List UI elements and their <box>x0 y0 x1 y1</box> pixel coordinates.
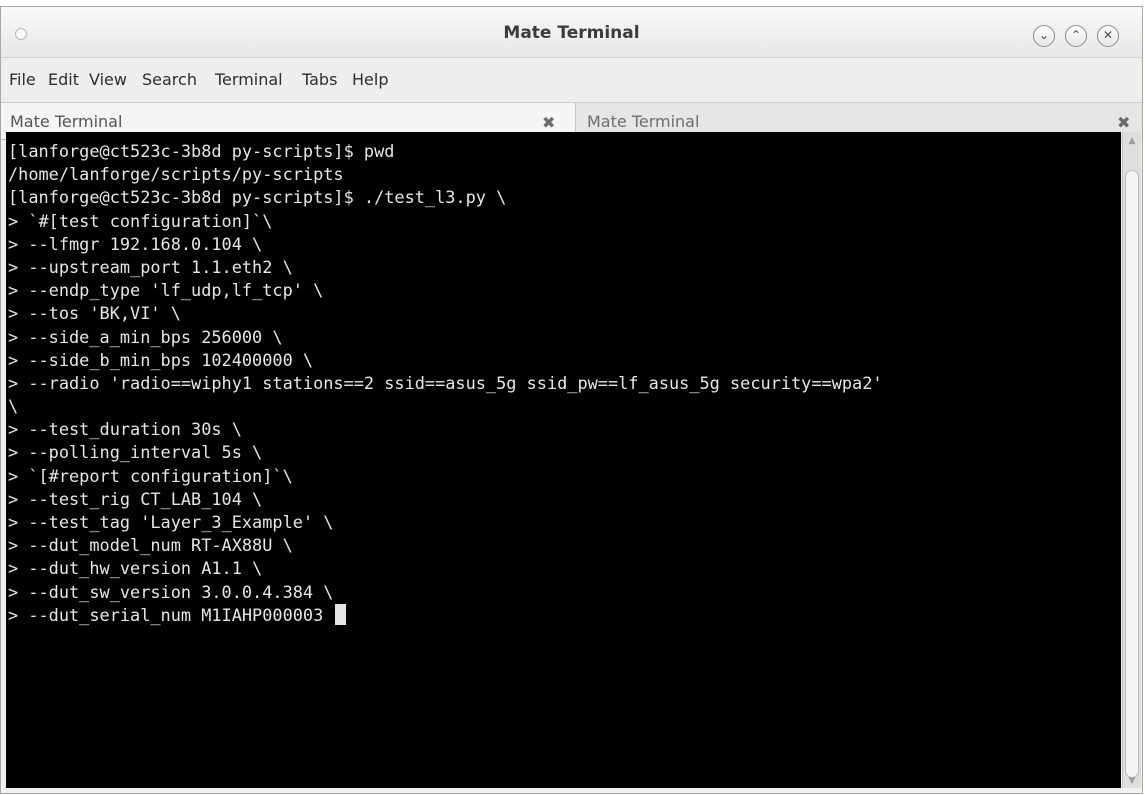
terminal-line: > `[#report configuration]`\ <box>8 465 293 486</box>
tab-close-icon[interactable]: ✖ <box>542 113 555 132</box>
scroll-down-arrow-icon[interactable]: ▼ <box>1123 776 1141 786</box>
scroll-up-arrow-icon[interactable]: ▲ <box>1123 136 1141 146</box>
terminal-line: > --side_b_min_bps 102400000 \ <box>8 349 314 370</box>
terminal-current-input-line[interactable]: > --dut_serial_num M1IAHP000003 <box>8 603 883 627</box>
tab-label: Mate Terminal <box>587 112 700 131</box>
menu-view[interactable]: View <box>89 70 127 89</box>
menu-help[interactable]: Help <box>352 70 388 89</box>
menu-bar: File Edit View Search Terminal Tabs Help <box>1 58 1142 102</box>
menu-terminal[interactable]: Terminal <box>215 70 283 89</box>
terminal-line: > --test_tag 'Layer_3_Example' \ <box>8 512 334 532</box>
terminal-line: > --test_duration 30s \ <box>8 419 242 440</box>
menu-tabs[interactable]: Tabs <box>302 70 337 89</box>
menu-file[interactable]: File <box>9 70 36 89</box>
terminal-line: > --dut_sw_version 3.0.0.4.384 \ <box>8 581 334 602</box>
terminal-line: > --endp_type 'lf_udp,lf_tcp' \ <box>8 280 324 301</box>
terminal-line: [lanforge@ct523c-3b8d py-scripts]$ ./tes… <box>8 187 507 208</box>
terminal-line: /home/lanforge/scripts/py-scripts <box>8 164 344 185</box>
menu-search[interactable]: Search <box>142 70 197 89</box>
vertical-scrollbar[interactable]: ▲ ▼ <box>1122 132 1141 788</box>
maximize-icon[interactable]: ⌃ <box>1065 25 1087 47</box>
terminal-line: > `#[test configuration]`\ <box>8 210 273 231</box>
terminal-line: > --dut_hw_version A1.1 \ <box>8 558 263 579</box>
terminal-line: \ <box>8 396 19 417</box>
terminal-line: [lanforge@ct523c-3b8d py-scripts]$ pwd <box>8 141 395 161</box>
terminal-line: > --lfmgr 192.168.0.104 \ <box>8 233 263 254</box>
terminal-line: > --tos 'BK,VI' \ <box>8 303 181 324</box>
menu-edit[interactable]: Edit <box>48 70 79 89</box>
terminal-cursor <box>335 603 347 625</box>
terminal-input-text: > --dut_serial_num M1IAHP000003 <box>8 604 334 625</box>
scrollbar-thumb[interactable] <box>1125 170 1139 778</box>
terminal-line: > --upstream_port 1.1.eth2 \ <box>8 256 293 277</box>
terminal-line: > --radio 'radio==wiphy1 stations==2 ssi… <box>8 372 883 393</box>
tab-label: Mate Terminal <box>10 112 123 131</box>
terminal-text: [lanforge@ct523c-3b8d py-scripts]$ pwd/h… <box>8 140 883 627</box>
window-title: Mate Terminal <box>503 23 640 43</box>
title-bar[interactable]: Mate Terminal ⌄ ⌃ ✕ <box>1 7 1142 58</box>
minimize-icon[interactable]: ⌄ <box>1033 25 1055 47</box>
close-icon[interactable]: ✕ <box>1097 25 1119 47</box>
terminal-line: > --test_rig CT_LAB_104 \ <box>8 488 263 509</box>
terminal-line: > --polling_interval 5s \ <box>8 442 263 463</box>
terminal-line: > --side_a_min_bps 256000 \ <box>8 326 283 347</box>
terminal-line: > --dut_model_num RT-AX88U \ <box>8 535 293 556</box>
tab-close-icon[interactable]: ✖ <box>1117 113 1130 132</box>
terminal-output-area[interactable]: [lanforge@ct523c-3b8d py-scripts]$ pwd/h… <box>6 132 1121 788</box>
